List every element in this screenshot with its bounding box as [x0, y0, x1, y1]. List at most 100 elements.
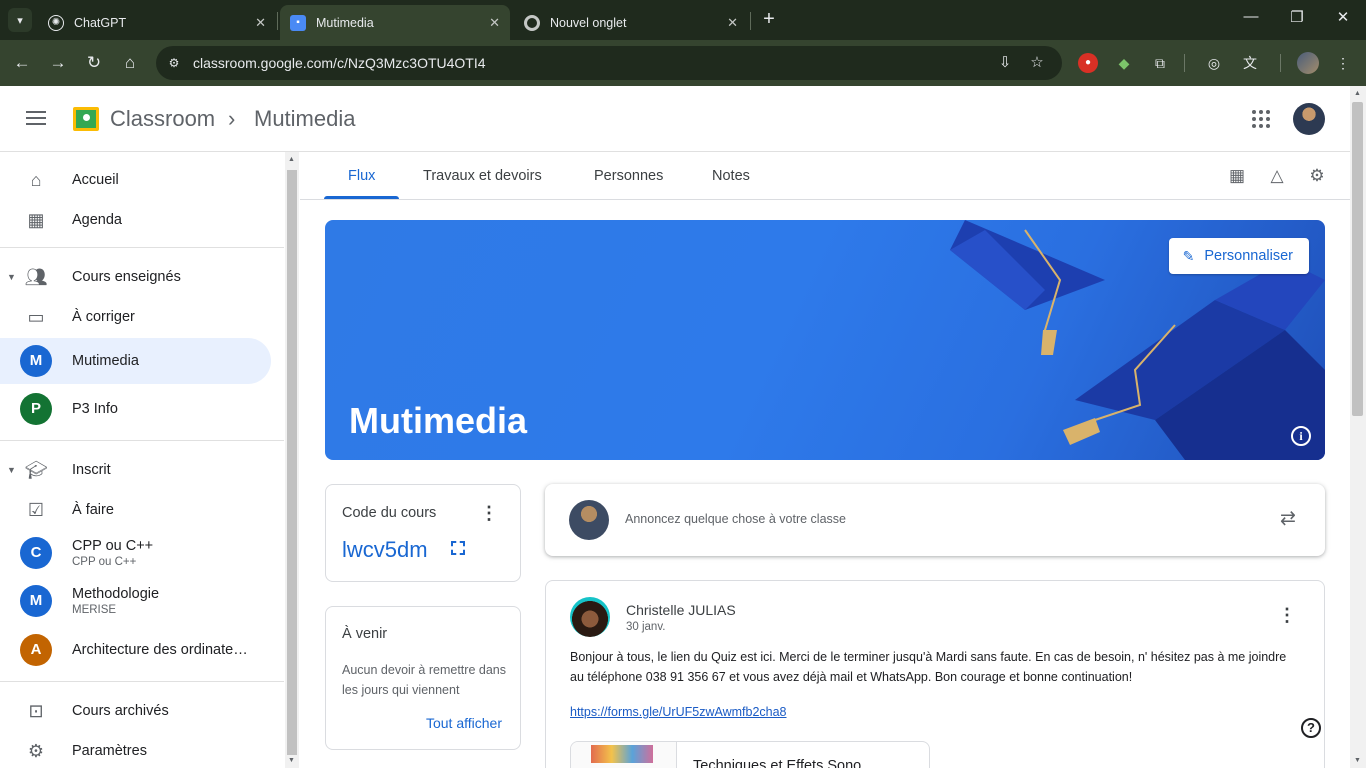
class-code-card: Code du cours ⋮ lwcv5dm [325, 484, 521, 582]
close-tab-icon[interactable]: ✕ [255, 15, 266, 31]
sidebar-item-to-review[interactable]: ▭ À corriger [0, 294, 271, 340]
classroom-icon: ▪ [290, 14, 306, 31]
tab-flux[interactable]: Flux [324, 152, 400, 199]
sidebar-item-label: À faire [72, 502, 114, 518]
calendar-icon[interactable]: ▦ [1226, 165, 1248, 187]
url-text: classroom.google.com/c/NzQ3Mzc3OTU4OTI4 [193, 55, 486, 71]
course-avatar: P [20, 393, 52, 425]
minimize-icon[interactable]: — [1241, 8, 1261, 30]
sidebar-divider [0, 440, 284, 441]
account-avatar[interactable] [1293, 103, 1325, 135]
sidebar-item-architecture[interactable]: A Architecture des ordinate… [0, 627, 271, 673]
home-icon[interactable]: ⌂ [118, 51, 142, 75]
view-all-link[interactable]: Tout afficher [426, 715, 502, 731]
checklist-icon: ☑ [27, 500, 45, 520]
course-avatar: A [20, 634, 52, 666]
browser-tab-new[interactable]: Nouvel onglet ✕ [514, 5, 748, 40]
upcoming-card: À venir Aucun devoir à remettre dans les… [325, 606, 521, 750]
browser-tab-mutimedia[interactable]: ▪ Mutimedia ✕ [280, 5, 510, 40]
repost-icon[interactable]: ⇄ [1277, 508, 1299, 530]
sidebar-item-settings[interactable]: ⚙ Paramètres [0, 728, 271, 768]
sidebar-item-label: Mutimedia [72, 353, 139, 369]
customize-button[interactable]: ✎ Personnaliser [1168, 238, 1309, 274]
toolbar-divider [1280, 54, 1281, 72]
people-icon: 👥︎ [24, 267, 48, 287]
class-code-title: Code du cours [342, 505, 437, 521]
site-info-icon[interactable]: ⚙ [164, 53, 184, 73]
install-app-icon[interactable]: ⇩ [995, 53, 1015, 73]
course-title: Mutimedia [349, 400, 528, 441]
bookmark-star-icon[interactable]: ☆ [1027, 53, 1047, 73]
sidebar-scroll-thumb[interactable] [287, 170, 297, 755]
scroll-down-icon[interactable]: ▼ [288, 757, 295, 764]
sidebar-item-p3-info[interactable]: P P3 Info [0, 386, 271, 432]
more-vert-icon[interactable]: ⋮ [1278, 605, 1296, 626]
breadcrumb-chevron-icon: › [228, 106, 236, 131]
browser-tab-title: Nouvel onglet [550, 15, 627, 30]
main-menu-icon[interactable] [24, 107, 48, 131]
home-icon: ⌂ [30, 170, 42, 190]
browser-tab-bar: ▾ ✺ ChatGPT ✕ ▪ Mutimedia ✕ Nouvel ongle… [0, 0, 1366, 40]
post-link[interactable]: https://forms.gle/UrUF5zwAwmfb2cha8 [570, 705, 787, 719]
sidebar-item-label: Methodologie [72, 586, 160, 602]
browser-tab-chatgpt[interactable]: ✺ ChatGPT ✕ [38, 5, 276, 40]
upcoming-title: À venir [342, 626, 388, 642]
sidebar-item-methodologie[interactable]: M Methodologie MERISE [0, 578, 271, 624]
extension-red-icon[interactable]: ● [1078, 53, 1098, 73]
address-bar[interactable]: ⚙ classroom.google.com/c/NzQ3Mzc3OTU4OTI… [156, 46, 1062, 80]
sidebar-item-sublabel: CPP ou C++ [72, 556, 137, 568]
post-attachment[interactable]: Techniques et Effets Sono [570, 741, 930, 768]
new-tab-plus-icon[interactable]: + [758, 8, 780, 32]
scroll-down-icon[interactable]: ▼ [1354, 757, 1361, 764]
main-scroll-thumb[interactable] [1352, 102, 1363, 416]
screenshot-icon[interactable]: ◎ [1204, 53, 1224, 73]
sidebar-scrollbar[interactable]: ▲ ▼ [285, 152, 299, 768]
profile-avatar-small[interactable] [1297, 52, 1319, 74]
caret-down-icon[interactable]: ▼ [7, 272, 16, 282]
extensions-puzzle-icon[interactable]: ⧉ [1150, 53, 1170, 73]
tab-notes[interactable]: Notes [688, 152, 774, 199]
post-body: Bonjour à tous, le lien du Quiz est ici.… [570, 650, 1287, 684]
browser-menu-icon[interactable]: ⋮ [1333, 53, 1353, 73]
classroom-logo[interactable] [73, 107, 99, 131]
extension-green-icon[interactable]: ◆ [1114, 53, 1134, 73]
help-icon[interactable]: ? [1301, 718, 1321, 738]
tab-personnes[interactable]: Personnes [570, 152, 687, 199]
browser-tab-title: ChatGPT [74, 15, 127, 30]
translate-icon[interactable]: 文 [1240, 53, 1260, 73]
sidebar-item-to-do[interactable]: ☑ À faire [0, 487, 271, 533]
app-name[interactable]: Classroom [110, 106, 215, 132]
gear-icon[interactable]: ⚙ [1306, 165, 1328, 187]
scroll-up-icon[interactable]: ▲ [1354, 90, 1361, 97]
sidebar: ⌂ Accueil ▦ Agenda ▼ 👥︎ Cours enseignés … [0, 152, 284, 768]
back-arrow-icon[interactable]: ← [10, 51, 34, 75]
folder-icon: ▭ [27, 307, 45, 327]
announce-placeholder[interactable]: Annoncez quelque chose à votre classe [625, 512, 846, 526]
close-tab-icon[interactable]: ✕ [489, 15, 500, 31]
post-date: 30 janv. [626, 621, 666, 633]
tab-search-icon[interactable]: ▾ [8, 8, 32, 32]
tab-travaux[interactable]: Travaux et devoirs [399, 152, 566, 199]
info-icon[interactable]: i [1291, 426, 1311, 446]
course-tabs: Flux Travaux et devoirs Personnes Notes … [300, 152, 1350, 200]
close-tab-icon[interactable]: ✕ [727, 15, 738, 31]
sidebar-item-calendar[interactable]: ▦ Agenda [0, 197, 271, 243]
more-vert-icon[interactable]: ⋮ [480, 503, 498, 524]
reload-icon[interactable]: ↻ [82, 51, 106, 75]
scroll-up-icon[interactable]: ▲ [288, 156, 295, 163]
toolbar-divider [1184, 54, 1185, 72]
restore-icon[interactable]: ❐ [1287, 8, 1307, 30]
forward-arrow-icon[interactable]: → [46, 51, 70, 75]
browser-toolbar: ← → ↻ ⌂ ⚙ classroom.google.com/c/NzQ3Mzc… [0, 40, 1366, 86]
fullscreen-icon[interactable] [451, 541, 465, 555]
sidebar-item-sublabel: MERISE [72, 604, 117, 616]
sidebar-divider [0, 247, 284, 248]
drive-icon[interactable]: △ [1266, 165, 1288, 187]
main-scrollbar[interactable]: ▲ ▼ [1350, 86, 1366, 768]
announce-box[interactable]: Annoncez quelque chose à votre classe ⇄ [545, 484, 1325, 556]
close-window-icon[interactable]: ✕ [1333, 8, 1353, 30]
sidebar-item-cpp[interactable]: C CPP ou C++ CPP ou C++ [0, 530, 271, 576]
google-apps-icon[interactable] [1250, 108, 1272, 130]
sidebar-item-mutimedia[interactable]: M Mutimedia [0, 338, 271, 384]
caret-down-icon[interactable]: ▼ [7, 465, 16, 475]
